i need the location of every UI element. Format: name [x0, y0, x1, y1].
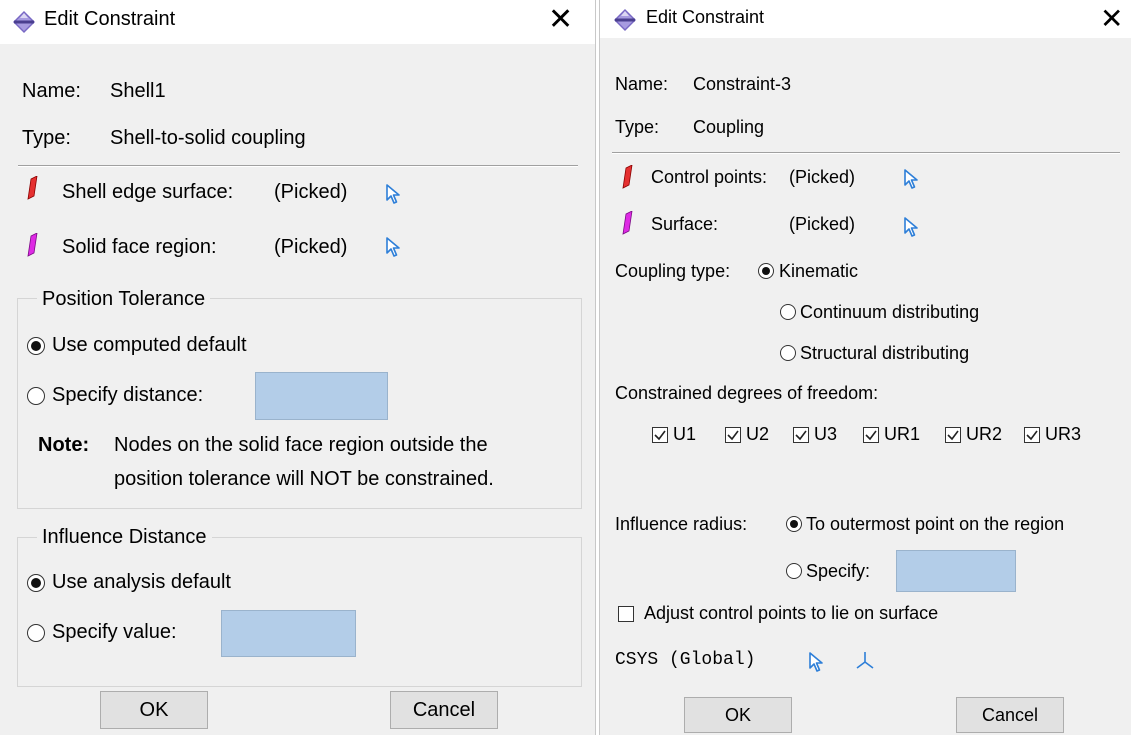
specify-distance-label: Specify distance:: [52, 384, 204, 406]
name-value: Constraint-3: [693, 74, 792, 94]
select-arrow-icon[interactable]: [807, 651, 827, 673]
select-arrow-icon[interactable]: [902, 168, 922, 190]
continuum-distributing-radio[interactable]: [780, 304, 796, 320]
note-label: Note:: [38, 434, 90, 456]
kinematic-radio[interactable]: [758, 263, 774, 279]
specify-radius-label: Specify:: [806, 561, 871, 581]
adjust-control-points-label: Adjust control points to lie on surface: [644, 603, 939, 623]
dof-label: Constrained degrees of freedom:: [615, 383, 879, 403]
title-bar: Edit Constraint ✕: [0, 0, 595, 44]
use-analysis-default-label: Use analysis default: [52, 571, 231, 593]
coupling-type-label: Coupling type:: [615, 261, 731, 281]
control-points-value: (Picked): [789, 167, 856, 187]
surface-label: Surface:: [651, 214, 719, 234]
ur1-checkbox[interactable]: [863, 427, 879, 443]
position-tolerance-title: Position Tolerance: [37, 288, 211, 311]
cancel-button[interactable]: Cancel: [390, 691, 498, 729]
use-computed-default-label: Use computed default: [52, 334, 247, 356]
cancel-button[interactable]: Cancel: [956, 697, 1064, 733]
name-label: Name:: [615, 74, 669, 94]
close-icon[interactable]: ✕: [1100, 0, 1123, 38]
u1-label: U1: [673, 424, 697, 444]
outermost-point-radio[interactable]: [786, 516, 802, 532]
specify-value-label: Specify value:: [52, 621, 177, 643]
note-line-2: position tolerance will NOT be constrain…: [114, 468, 494, 490]
red-region-icon: [27, 176, 38, 200]
use-computed-default-radio[interactable]: [27, 337, 45, 355]
solid-face-region-value: (Picked): [274, 236, 348, 258]
specify-distance-radio[interactable]: [27, 387, 45, 405]
u2-label: U2: [746, 424, 770, 444]
edit-constraint-dialog-shell: Edit Constraint ✕ Name: Shell1 Type: She…: [0, 0, 596, 735]
dialog-title: Edit Constraint: [44, 8, 176, 30]
u1-checkbox[interactable]: [652, 427, 668, 443]
influence-distance-title: Influence Distance: [37, 526, 212, 549]
ur3-label: UR3: [1045, 424, 1082, 444]
ur2-checkbox[interactable]: [945, 427, 961, 443]
dof-checkboxes: U1 U2 U3 UR1 UR2 UR3: [652, 424, 1112, 448]
dialog-title: Edit Constraint: [646, 7, 765, 27]
distance-field[interactable]: [255, 372, 388, 420]
kinematic-label: Kinematic: [779, 261, 859, 281]
red-region-icon: [622, 165, 633, 189]
separator: [18, 165, 578, 167]
type-label: Type:: [615, 117, 660, 137]
control-points-label: Control points:: [651, 167, 768, 187]
edit-constraint-dialog-coupling: Edit Constraint ✕ Name: Constraint-3 Typ…: [599, 0, 1131, 735]
surface-value: (Picked): [789, 214, 856, 234]
close-icon[interactable]: ✕: [548, 1, 573, 39]
influence-radius-field[interactable]: [896, 550, 1016, 592]
ur3-checkbox[interactable]: [1024, 427, 1040, 443]
ur1-label: UR1: [884, 424, 921, 444]
magenta-region-icon: [622, 211, 633, 235]
use-analysis-default-radio[interactable]: [27, 574, 45, 592]
note-line-1: Nodes on the solid face region outside t…: [114, 434, 488, 456]
ok-button[interactable]: OK: [684, 697, 792, 733]
type-value: Coupling: [693, 117, 765, 137]
shell-edge-surface-label: Shell edge surface:: [62, 181, 234, 203]
ur2-label: UR2: [966, 424, 1003, 444]
specify-radius-radio[interactable]: [786, 563, 802, 579]
u2-checkbox[interactable]: [725, 427, 741, 443]
structural-distributing-radio[interactable]: [780, 345, 796, 361]
u3-checkbox[interactable]: [793, 427, 809, 443]
solid-face-region-label: Solid face region:: [62, 236, 217, 258]
influence-value-field[interactable]: [221, 610, 356, 657]
select-arrow-icon[interactable]: [384, 183, 404, 205]
app-icon: [13, 11, 35, 33]
name-label: Name:: [22, 80, 81, 102]
type-value: Shell-to-solid coupling: [110, 127, 306, 149]
select-arrow-icon[interactable]: [902, 216, 922, 238]
app-icon: [614, 9, 636, 31]
csys-triad-icon[interactable]: [855, 650, 875, 672]
outermost-point-label: To outermost point on the region: [806, 514, 1065, 534]
u3-label: U3: [814, 424, 838, 444]
select-arrow-icon[interactable]: [384, 236, 404, 258]
magenta-region-icon: [27, 233, 38, 257]
csys-label: CSYS (Global): [615, 650, 756, 670]
continuum-distributing-label: Continuum distributing: [800, 302, 980, 322]
type-label: Type:: [22, 127, 71, 149]
ok-button[interactable]: OK: [100, 691, 208, 729]
shell-edge-surface-value: (Picked): [274, 181, 348, 203]
structural-distributing-label: Structural distributing: [800, 343, 970, 363]
influence-radius-label: Influence radius:: [615, 514, 748, 534]
specify-value-radio[interactable]: [27, 624, 45, 642]
name-value: Shell1: [110, 80, 166, 102]
separator: [612, 152, 1120, 154]
adjust-control-points-checkbox[interactable]: [618, 606, 634, 622]
title-bar: Edit Constraint ✕: [600, 0, 1131, 38]
